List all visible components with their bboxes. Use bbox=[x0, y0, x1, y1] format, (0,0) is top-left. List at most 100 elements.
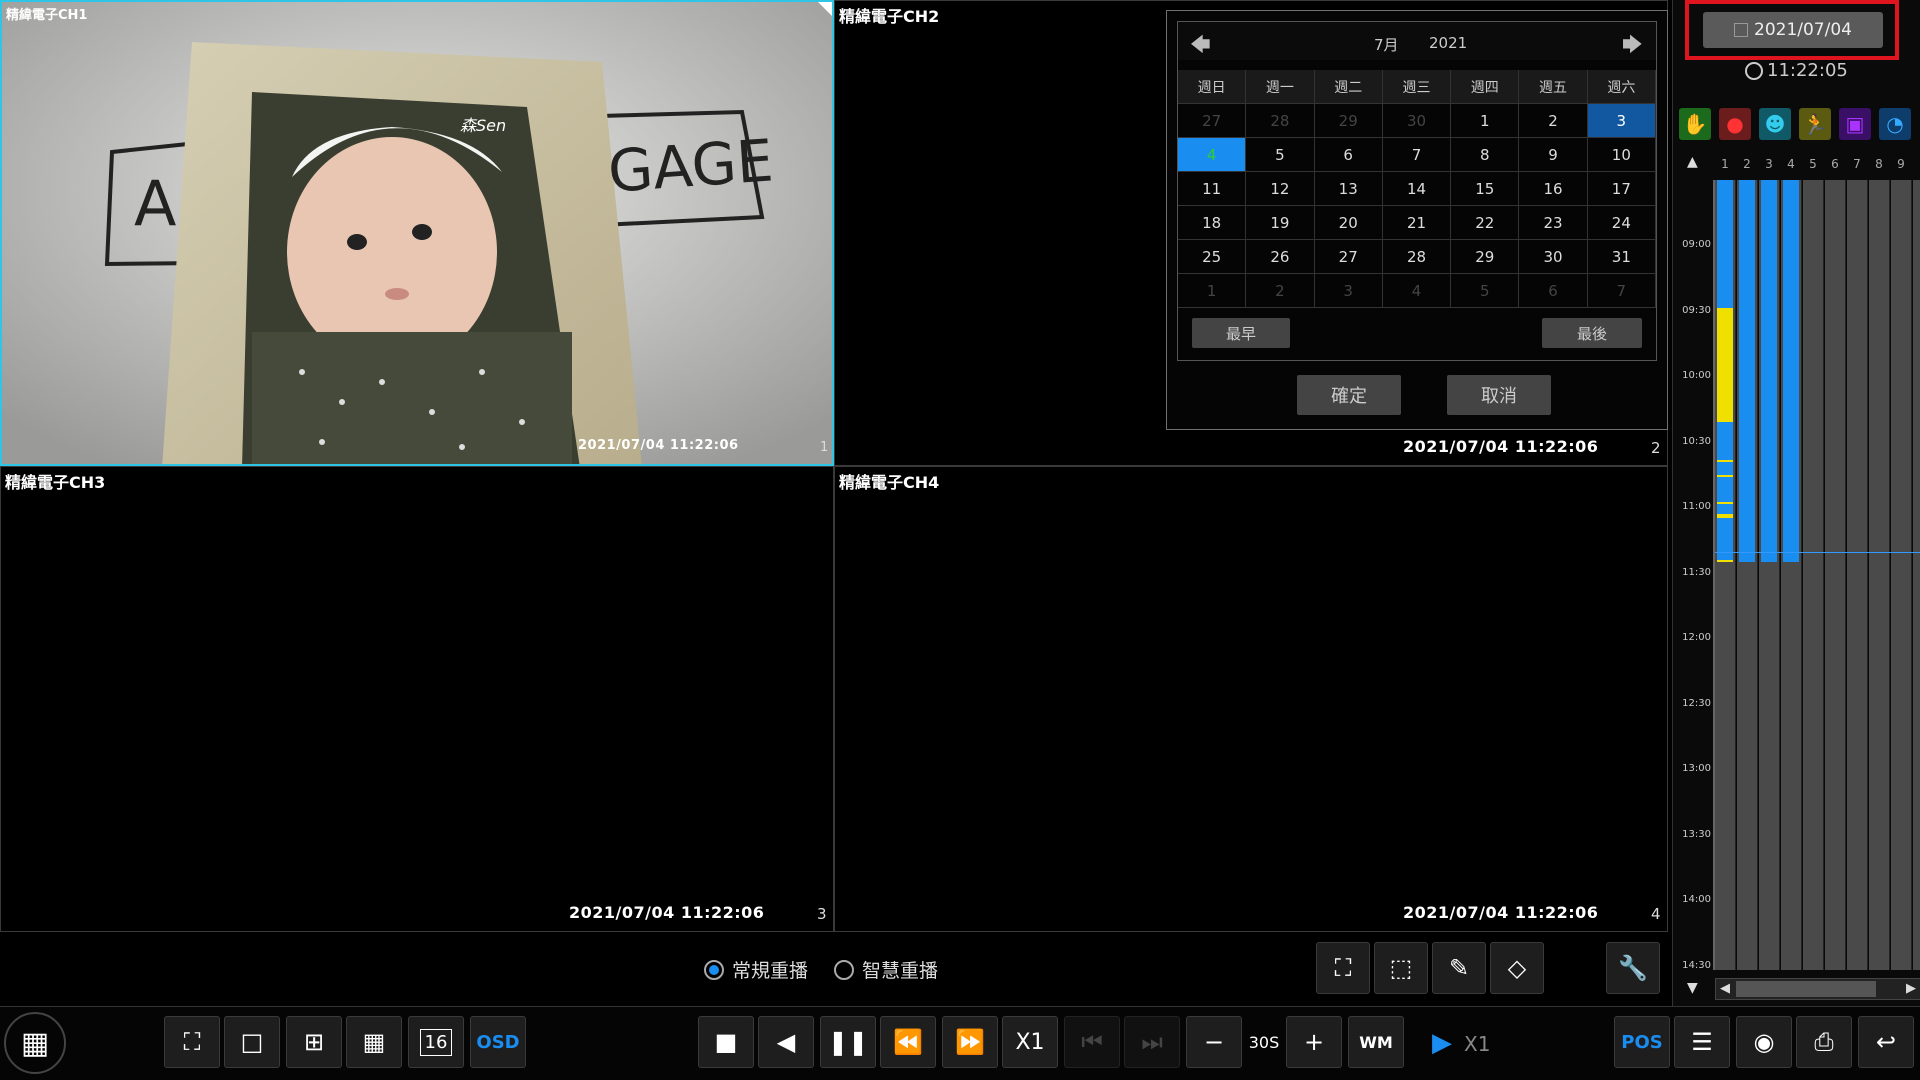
event-segment[interactable] bbox=[1717, 560, 1733, 562]
recording-segment[interactable] bbox=[1783, 180, 1799, 562]
calendar-day[interactable]: 5 bbox=[1246, 138, 1315, 172]
scroll-right-arrow-icon[interactable]: ▶ bbox=[1906, 981, 1916, 996]
pos-button[interactable]: POS bbox=[1614, 1016, 1670, 1068]
step-interval[interactable]: 30S bbox=[1244, 1016, 1284, 1068]
edit-pencil-button[interactable]: ✎ bbox=[1432, 942, 1486, 994]
export-button[interactable]: ⎙ bbox=[1796, 1016, 1852, 1068]
calendar-day[interactable]: 16 bbox=[1519, 172, 1588, 206]
earliest-button[interactable]: 最早 bbox=[1192, 318, 1290, 348]
pie-icon[interactable]: ◔ bbox=[1879, 108, 1911, 140]
calendar-day[interactable]: 19 bbox=[1246, 206, 1315, 240]
prev-month-arrow-icon[interactable]: 🡄 bbox=[1190, 30, 1211, 64]
calendar-day[interactable]: 31 bbox=[1587, 240, 1656, 274]
calendar-day[interactable]: 1 bbox=[1451, 104, 1520, 138]
next-frame-button[interactable]: ⏭ bbox=[1124, 1016, 1180, 1068]
calendar-day[interactable]: 6 bbox=[1314, 138, 1383, 172]
zoom-in-region-button[interactable]: ⛶ bbox=[1316, 942, 1370, 994]
backup-button[interactable]: ◉ bbox=[1736, 1016, 1792, 1068]
event-segment[interactable] bbox=[1717, 475, 1733, 477]
calendar-day[interactable]: 1 bbox=[1178, 274, 1247, 308]
timeline-channel-track[interactable] bbox=[1825, 180, 1846, 970]
calendar-day[interactable]: 28 bbox=[1382, 240, 1452, 274]
recording-segment[interactable] bbox=[1739, 180, 1755, 562]
main-menu-button[interactable]: ▦ bbox=[4, 1012, 66, 1074]
cancel-button[interactable]: 取消 bbox=[1447, 375, 1551, 415]
zoom-out-region-button[interactable]: ⬚ bbox=[1374, 942, 1428, 994]
calendar-day[interactable]: 30 bbox=[1382, 104, 1452, 138]
calendar-day[interactable]: 10 bbox=[1587, 138, 1656, 172]
timeline-channel-track[interactable] bbox=[1803, 180, 1824, 970]
watermark-button[interactable]: WM bbox=[1348, 1016, 1404, 1068]
calendar-day[interactable]: 23 bbox=[1519, 206, 1588, 240]
scroll-up-arrow-icon[interactable]: ▲ bbox=[1687, 154, 1698, 170]
calendar-day[interactable]: 6 bbox=[1519, 274, 1588, 308]
ptz-diamond-button[interactable]: ◇ bbox=[1490, 942, 1544, 994]
event-segment[interactable] bbox=[1717, 308, 1733, 422]
horizontal-scrollbar[interactable]: ◀ ▶ bbox=[1715, 978, 1920, 1000]
calendar-day[interactable]: 22 bbox=[1451, 206, 1520, 240]
face-icon[interactable]: ☻ bbox=[1759, 108, 1791, 140]
calendar-day[interactable]: 7 bbox=[1587, 274, 1656, 308]
calendar-day[interactable]: 27 bbox=[1314, 240, 1383, 274]
latest-button[interactable]: 最後 bbox=[1542, 318, 1642, 348]
event-segment[interactable] bbox=[1717, 514, 1733, 518]
stop-button[interactable]: ■ bbox=[698, 1016, 754, 1068]
calendar-day[interactable]: 27 bbox=[1178, 104, 1247, 138]
calendar-day[interactable]: 3 bbox=[1314, 274, 1383, 308]
hand-icon[interactable]: ✋ bbox=[1679, 108, 1711, 140]
calendar-day[interactable]: 17 bbox=[1587, 172, 1656, 206]
step-back-button[interactable]: − bbox=[1186, 1016, 1242, 1068]
motion-run-icon[interactable]: 🏃 bbox=[1799, 108, 1831, 140]
video-tile-ch1[interactable]: A GAGE 森Sen 精緯電子CH1 2021/07/04 11:22:06 … bbox=[0, 0, 834, 466]
confirm-button[interactable]: 確定 bbox=[1297, 375, 1401, 415]
layout-9-button[interactable]: ▦ bbox=[346, 1016, 402, 1068]
event-list-button[interactable]: ☰ bbox=[1674, 1016, 1730, 1068]
person-detect-icon[interactable]: ▣ bbox=[1839, 108, 1871, 140]
calendar-day[interactable]: 20 bbox=[1314, 206, 1383, 240]
prev-frame-button[interactable]: ⏮ bbox=[1064, 1016, 1120, 1068]
calendar-day[interactable]: 18 bbox=[1178, 206, 1247, 240]
fullscreen-button[interactable]: ⛶ bbox=[164, 1016, 220, 1068]
step-forward-button[interactable]: + bbox=[1286, 1016, 1342, 1068]
video-tile-ch4[interactable]: 精緯電子CH4 2021/07/04 11:22:06 4 bbox=[834, 466, 1668, 932]
calendar-day[interactable]: 15 bbox=[1451, 172, 1520, 206]
timeline-channel-track[interactable] bbox=[1891, 180, 1912, 970]
next-month-arrow-icon[interactable]: 🡆 bbox=[1622, 30, 1643, 64]
calendar-day[interactable]: 12 bbox=[1246, 172, 1315, 206]
speed-button[interactable]: X1 bbox=[1002, 1016, 1058, 1068]
timeline-channel-track[interactable] bbox=[1913, 180, 1920, 970]
reverse-play-button[interactable]: ◀ bbox=[758, 1016, 814, 1068]
rewind-button[interactable]: ⏪ bbox=[880, 1016, 936, 1068]
event-segment[interactable] bbox=[1717, 460, 1733, 462]
date-selector-button[interactable]: 2021/07/04 bbox=[1703, 12, 1883, 48]
calendar-day[interactable]: 5 bbox=[1451, 274, 1520, 308]
calendar-day[interactable]: 29 bbox=[1314, 104, 1383, 138]
calendar-day[interactable]: 8 bbox=[1451, 138, 1520, 172]
calendar-day[interactable]: 24 bbox=[1587, 206, 1656, 240]
calendar-day[interactable]: 13 bbox=[1314, 172, 1383, 206]
timeline-channel-track[interactable] bbox=[1869, 180, 1890, 970]
calendar-day[interactable]: 28 bbox=[1246, 104, 1315, 138]
calendar-day[interactable]: 30 bbox=[1519, 240, 1588, 274]
settings-wrench-button[interactable]: 🔧 bbox=[1606, 942, 1660, 994]
calendar-day[interactable]: 11 bbox=[1178, 172, 1247, 206]
scroll-down-arrow-icon[interactable]: ▼ bbox=[1687, 980, 1698, 996]
calendar-day[interactable]: 25 bbox=[1178, 240, 1247, 274]
calendar-day[interactable]: 2 bbox=[1519, 104, 1588, 138]
scroll-thumb[interactable] bbox=[1736, 981, 1876, 997]
calendar-day[interactable]: 29 bbox=[1451, 240, 1520, 274]
calendar-day[interactable]: 26 bbox=[1246, 240, 1315, 274]
pause-button[interactable]: ❚❚ bbox=[820, 1016, 876, 1068]
back-button[interactable]: ↩ bbox=[1858, 1016, 1914, 1068]
layout-4-button[interactable]: ⊞ bbox=[286, 1016, 342, 1068]
normal-playback-radio[interactable]: 常規重播 bbox=[704, 956, 808, 983]
scroll-left-arrow-icon[interactable]: ◀ bbox=[1720, 981, 1730, 996]
person-alarm-icon[interactable]: ● bbox=[1719, 108, 1751, 140]
timeline-channel-track[interactable] bbox=[1847, 180, 1868, 970]
layout-1-button[interactable]: □ bbox=[224, 1016, 280, 1068]
calendar-day[interactable]: 4 bbox=[1382, 274, 1452, 308]
calendar-day[interactable]: 9 bbox=[1519, 138, 1588, 172]
video-tile-ch3[interactable]: 精緯電子CH3 2021/07/04 11:22:06 3 bbox=[0, 466, 834, 932]
calendar-day-recorded[interactable]: 3 bbox=[1587, 104, 1656, 138]
calendar-day[interactable]: 7 bbox=[1382, 138, 1452, 172]
